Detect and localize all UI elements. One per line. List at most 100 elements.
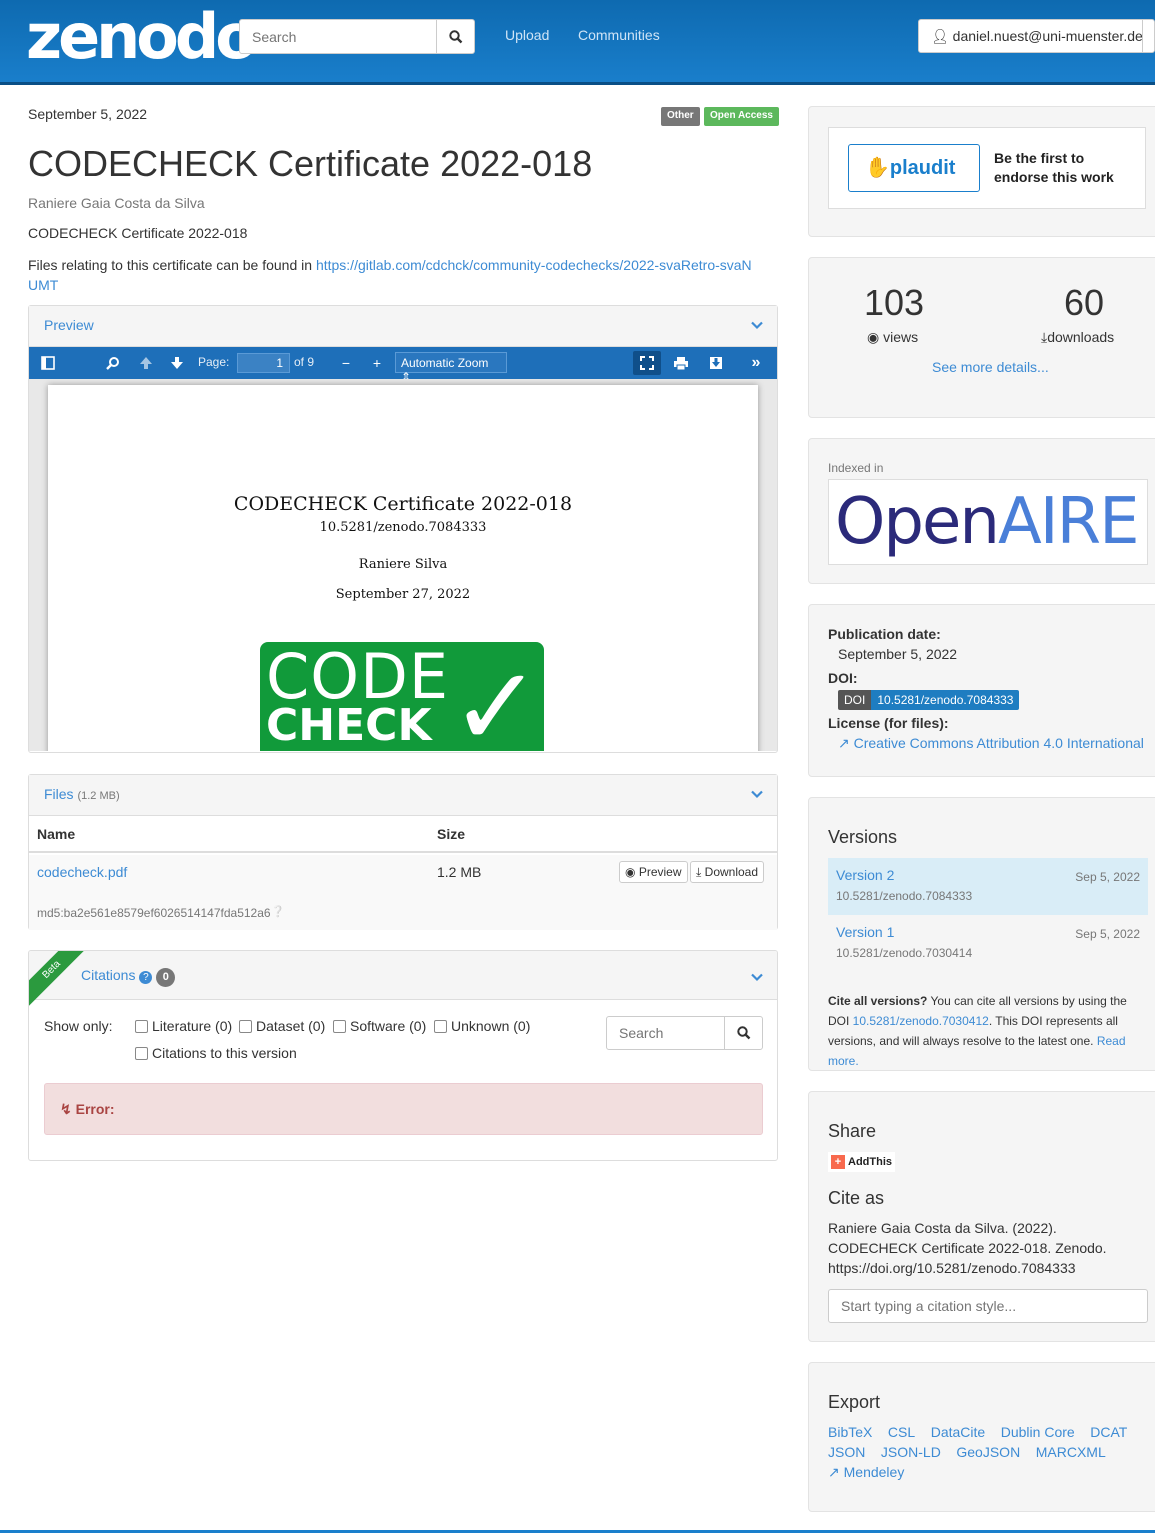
file-link[interactable]: codecheck.pdf — [37, 864, 127, 880]
zoom-select[interactable]: Automatic Zoom ⇕ — [395, 352, 507, 384]
checkbox[interactable] — [333, 1020, 346, 1033]
license-link[interactable]: ↗ Creative Commons Attribution 4.0 Inter… — [838, 735, 1144, 752]
export-json-ld[interactable]: JSON-LD — [881, 1444, 941, 1460]
nav-upload[interactable]: Upload — [505, 27, 549, 43]
version-item-1[interactable]: Version 1 Sep 5, 2022 10.5281/zenodo.703… — [828, 915, 1148, 972]
citation-text: Raniere Gaia Costa da Silva. (2022). COD… — [828, 1220, 1107, 1276]
dropdown-caret-icon[interactable] — [1142, 20, 1154, 52]
record-authors[interactable]: Raniere Gaia Costa da Silva — [28, 195, 205, 211]
external-link-icon: ↗ — [828, 1464, 840, 1480]
export-csl[interactable]: CSL — [888, 1424, 915, 1440]
citations-count-badge: 0 — [156, 968, 176, 987]
filter-label: Citations to this version — [152, 1045, 297, 1061]
user-email: daniel.nuest@uni-muenster.de — [952, 28, 1143, 44]
cite-as-heading: Cite as — [828, 1188, 885, 1208]
plaudit-logo: plaudit — [889, 157, 956, 179]
doi-badge-tag: DOI — [838, 690, 872, 710]
share-heading: Share — [828, 1121, 877, 1141]
doi-badge[interactable]: DOI 10.5281/zenodo.7084333 — [838, 690, 1020, 710]
chevron-down-icon[interactable] — [751, 788, 763, 800]
page-label: Page: — [198, 355, 230, 369]
downloads-label: downloads — [1047, 329, 1115, 345]
citations-panel-header[interactable]: Citations ? 0 — [29, 951, 777, 1000]
filter-unknown[interactable]: Unknown (0) — [434, 1018, 530, 1034]
citation-style-input[interactable] — [828, 1289, 1148, 1323]
openaire-logo[interactable]: OpenAIRE — [828, 479, 1148, 565]
concept-doi-link[interactable]: 10.5281/zenodo.7030412 — [853, 1014, 989, 1028]
checkbox[interactable] — [135, 1047, 148, 1060]
sidebar-toggle-icon[interactable] — [39, 354, 57, 372]
citations-search-input[interactable] — [607, 1017, 724, 1049]
export-geojson[interactable]: GeoJSON — [956, 1444, 1020, 1460]
pdf-author: Raniere Silva — [358, 557, 448, 572]
filter-software[interactable]: Software (0) — [333, 1018, 426, 1034]
checkbox[interactable] — [135, 1020, 148, 1033]
external-link-icon: ↗ — [838, 735, 850, 751]
download-button[interactable]: ⤓ Download — [690, 861, 765, 883]
preview-button[interactable]: ◉ Preview — [619, 861, 688, 883]
export-json[interactable]: JSON — [828, 1444, 865, 1460]
help-icon[interactable]: ❔ — [271, 905, 285, 918]
see-more-details-link[interactable]: See more details... — [932, 359, 1049, 375]
doi-badge-value: 10.5281/zenodo.7084333 — [871, 690, 1020, 710]
export-mendeley[interactable]: ↗ Mendeley — [828, 1464, 904, 1480]
error-alert: ↯ Error: — [44, 1083, 763, 1135]
plus-icon: + — [831, 1155, 845, 1169]
filter-this-version[interactable]: Citations to this version — [135, 1045, 297, 1061]
stats-panel: 103 ◉ views 60 ⤓downloads See more detai… — [808, 257, 1155, 418]
pub-date-label: Publication date: — [828, 626, 941, 642]
show-only-label: Show only: — [44, 1018, 113, 1034]
citations-panel: Citations ? 0 Beta Show only: Literature… — [28, 950, 778, 1161]
nav-communities[interactable]: Communities — [578, 27, 660, 43]
export-panel: Export BibTeX CSL DataCite Dublin Core D… — [808, 1362, 1155, 1512]
question-icon[interactable]: ? — [139, 971, 153, 984]
export-dcat[interactable]: DCAT — [1090, 1424, 1127, 1440]
license-link-text: Creative Commons Attribution 4.0 Interna… — [853, 735, 1144, 751]
download-pdf-icon[interactable] — [707, 354, 725, 372]
preview-panel-header[interactable]: Preview — [29, 306, 777, 347]
citations-search-button[interactable] — [724, 1017, 762, 1049]
checkmark-icon: ✓ — [450, 643, 543, 751]
version-item-2[interactable]: Version 2 Sep 5, 2022 10.5281/zenodo.708… — [828, 858, 1148, 915]
files-panel-header[interactable]: Files (1.2 MB) — [29, 775, 777, 816]
zoom-in-icon[interactable]: + — [368, 354, 386, 372]
zoom-out-icon[interactable]: − — [337, 354, 355, 372]
presentation-mode-icon[interactable] — [633, 351, 661, 375]
views-label: views — [883, 329, 919, 345]
export-dublin-core[interactable]: Dublin Core — [1001, 1424, 1075, 1440]
version-doi: 10.5281/zenodo.7084333 — [836, 889, 973, 903]
pub-date-value: September 5, 2022 — [838, 646, 958, 662]
version-link[interactable]: Version 1 — [836, 924, 894, 940]
table-row: codecheck.pdf 1.2 MB ◉ Preview ⤓ Downloa… — [29, 855, 777, 930]
export-marcxml[interactable]: MARCXML — [1036, 1444, 1106, 1460]
user-menu-button[interactable]: 👤︎ daniel.nuest@uni-muenster.de — [918, 19, 1155, 53]
pdf-doi: 10.5281/zenodo.7084333 — [319, 520, 487, 535]
file-md5: md5:ba2e561e8579ef6026514147fda512a6 — [37, 906, 271, 920]
addthis-button[interactable]: + AddThis — [828, 1152, 895, 1172]
next-page-icon[interactable] — [168, 354, 186, 372]
version-link[interactable]: Version 2 — [836, 867, 894, 883]
previous-page-icon[interactable] — [137, 354, 155, 372]
print-icon[interactable] — [672, 354, 690, 372]
chevron-down-icon[interactable] — [751, 971, 763, 983]
export-bibtex[interactable]: BibTeX — [828, 1424, 872, 1440]
download-icon: ⤓ — [696, 865, 702, 879]
export-datacite[interactable]: DataCite — [931, 1424, 985, 1440]
page-number-input[interactable]: 1 — [237, 353, 290, 373]
version-date: Sep 5, 2022 — [1075, 870, 1140, 884]
search-input[interactable] — [240, 20, 437, 53]
user-icon: 👤︎ — [931, 28, 949, 44]
filter-dataset[interactable]: Dataset (0) — [239, 1018, 325, 1034]
access-badge: Open Access — [704, 107, 779, 126]
tools-icon[interactable]: » — [747, 354, 765, 372]
search-button[interactable] — [436, 20, 474, 53]
plaudit-button[interactable]: ✋plaudit — [848, 144, 980, 192]
zenodo-logo[interactable]: zenodo — [26, 2, 258, 72]
pdf-viewer[interactable]: CODECHECK Certificate 2022-018 10.5281/z… — [29, 379, 777, 751]
chevron-down-icon[interactable] — [751, 319, 763, 331]
find-icon[interactable] — [104, 354, 122, 372]
filter-literature[interactable]: Literature (0) — [135, 1018, 232, 1034]
checkbox[interactable] — [239, 1020, 252, 1033]
checkbox[interactable] — [434, 1020, 447, 1033]
col-size: Size — [437, 826, 466, 842]
